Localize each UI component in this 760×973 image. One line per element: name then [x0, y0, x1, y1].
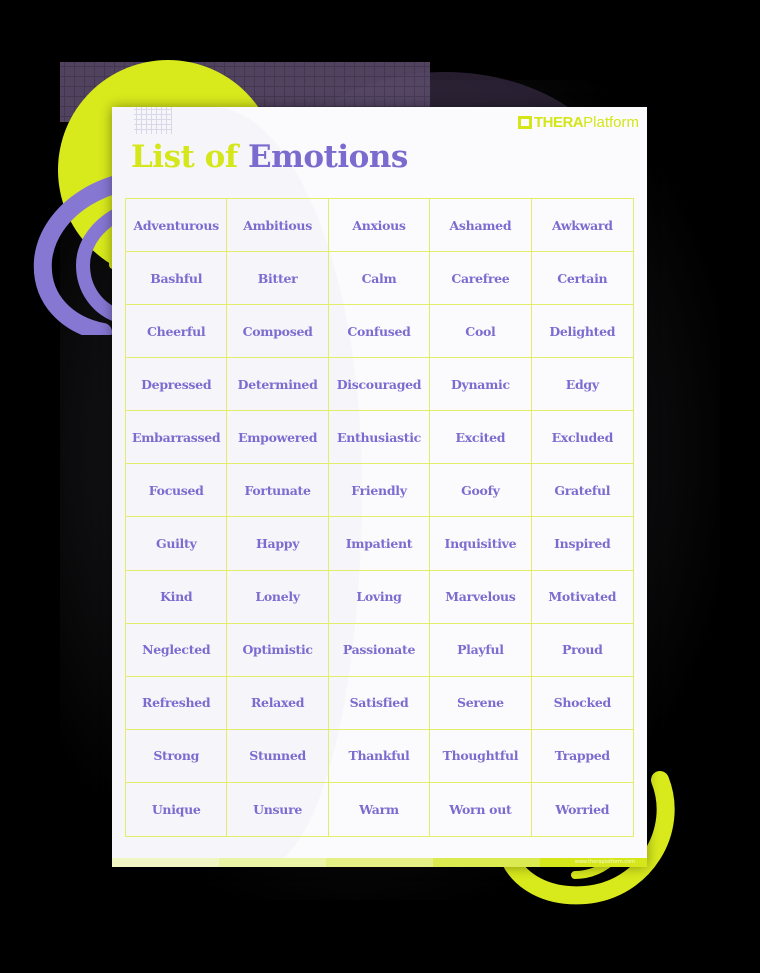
- emotion-cell: Ambitious: [227, 199, 329, 253]
- emotion-cell: Refreshed: [126, 676, 228, 730]
- emotion-cell: Shocked: [531, 677, 633, 730]
- footer-segment: [326, 858, 433, 867]
- emotion-cell: Dynamic: [430, 358, 532, 412]
- emotion-cell: Trapped: [531, 730, 633, 783]
- emotion-cell: Excluded: [531, 411, 633, 465]
- emotions-grid: Adventurous Ambitious Anxious Ashamed Awkwar…: [125, 198, 634, 837]
- emotion-cell: Inspired: [531, 517, 633, 571]
- emotions-worksheet: THERA Platform List of Emotions Adventur…: [112, 107, 647, 867]
- title-part-1: List of: [131, 139, 238, 175]
- emotion-cell: Serene: [430, 676, 532, 730]
- emotion-cell: Passionate: [328, 623, 431, 677]
- emotion-cell: Loving: [328, 570, 431, 624]
- emotion-cell: Thankful: [328, 729, 431, 783]
- emotion-cell: Embarrassed: [126, 411, 228, 465]
- emotion-cell: Guilty: [126, 517, 228, 571]
- emotion-cell: Optimistic: [227, 623, 329, 677]
- emotion-cell: Inquisitive: [430, 517, 532, 571]
- emotion-cell: Cool: [430, 305, 532, 359]
- emotion-cell: Certain: [531, 252, 633, 306]
- emotion-cell: Ashamed: [430, 199, 532, 253]
- emotion-cell: Unsure: [227, 782, 329, 836]
- emotion-cell: Grateful: [531, 464, 633, 518]
- emotion-cell: Discouraged: [328, 358, 431, 412]
- emotion-cell: Friendly: [328, 464, 431, 518]
- emotion-cell: Excited: [430, 411, 532, 465]
- emotion-cell: Adventurous: [126, 199, 228, 253]
- emotion-cell: Confused: [328, 305, 431, 359]
- emotion-cell: Cheerful: [126, 305, 228, 359]
- emotion-cell: Focused: [126, 464, 228, 518]
- emotion-cell: Thoughtful: [430, 729, 532, 783]
- emotion-cell: Neglected: [126, 623, 228, 677]
- title-part-2: Emotions: [247, 139, 408, 175]
- footer-segment: [112, 858, 219, 867]
- logo-screen-icon: [517, 116, 532, 129]
- emotion-cell: Happy: [227, 517, 329, 571]
- emotion-cell: Enthusiastic: [328, 411, 431, 465]
- theraplatform-logo: THERA Platform: [517, 114, 639, 131]
- emotion-cell: Unique: [126, 782, 228, 836]
- emotion-cell: Marvelous: [430, 570, 532, 624]
- emotion-cell: Impatient: [328, 517, 431, 571]
- emotion-cell: Proud: [531, 624, 633, 677]
- emotion-cell: Relaxed: [227, 676, 329, 730]
- emotion-cell: Delighted: [531, 305, 633, 359]
- emotion-cell: Stunned: [227, 729, 329, 783]
- footer-url: www.theraplatform.com: [574, 859, 635, 865]
- emotion-cell: Composed: [227, 305, 329, 359]
- logo-text-bold: THERA: [533, 114, 584, 131]
- emotion-cell: Anxious: [328, 199, 431, 253]
- emotion-cell: Fortunate: [227, 464, 329, 518]
- emotion-cell: Depressed: [126, 358, 228, 412]
- emotion-cell: Awkward: [531, 199, 633, 253]
- emotion-cell: Edgy: [531, 358, 633, 412]
- emotion-cell: Calm: [328, 252, 431, 306]
- emotion-cell: Playful: [430, 623, 532, 677]
- sheet-dot-pattern: [134, 107, 172, 134]
- emotion-cell: Worried: [555, 801, 610, 817]
- emotion-cell: Bitter: [227, 252, 329, 306]
- footer-segment: [433, 858, 540, 867]
- emotion-cell: Determined: [227, 358, 329, 412]
- emotion-cell: Bashful: [126, 252, 228, 306]
- emotion-cell: Worn out: [430, 782, 532, 836]
- emotion-cell: Empowered: [227, 411, 329, 465]
- emotion-cell: Strong: [126, 729, 228, 783]
- emotion-cell: Satisfied: [328, 676, 431, 730]
- emotion-cell: Warm: [329, 782, 431, 836]
- emotion-cell: Motivated: [531, 571, 633, 624]
- footer-segment: [219, 858, 326, 867]
- emotion-cell: Carefree: [430, 252, 532, 306]
- emotion-cell: Lonely: [227, 570, 329, 624]
- page-title: List of Emotions: [131, 139, 408, 175]
- footer-bar: [112, 858, 647, 867]
- logo-text-light: Platform: [583, 114, 639, 131]
- emotion-cell: Kind: [126, 570, 228, 624]
- emotion-cell: Goofy: [430, 464, 532, 518]
